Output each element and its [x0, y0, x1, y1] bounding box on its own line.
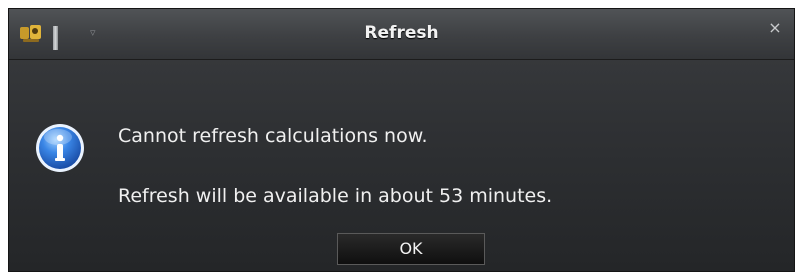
- refresh-dialog-window: ▿ Refresh × Cannot refresh calculations …: [8, 8, 795, 272]
- message-line-2: Refresh will be available in about 53 mi…: [118, 185, 553, 207]
- title-bar[interactable]: ▿ Refresh ×: [9, 9, 794, 60]
- window-title: Refresh: [364, 23, 439, 43]
- message-line-1: Cannot refresh calculations now.: [118, 125, 428, 147]
- close-button[interactable]: ×: [764, 17, 786, 39]
- ok-button[interactable]: OK: [337, 233, 485, 265]
- info-icon: [36, 124, 84, 172]
